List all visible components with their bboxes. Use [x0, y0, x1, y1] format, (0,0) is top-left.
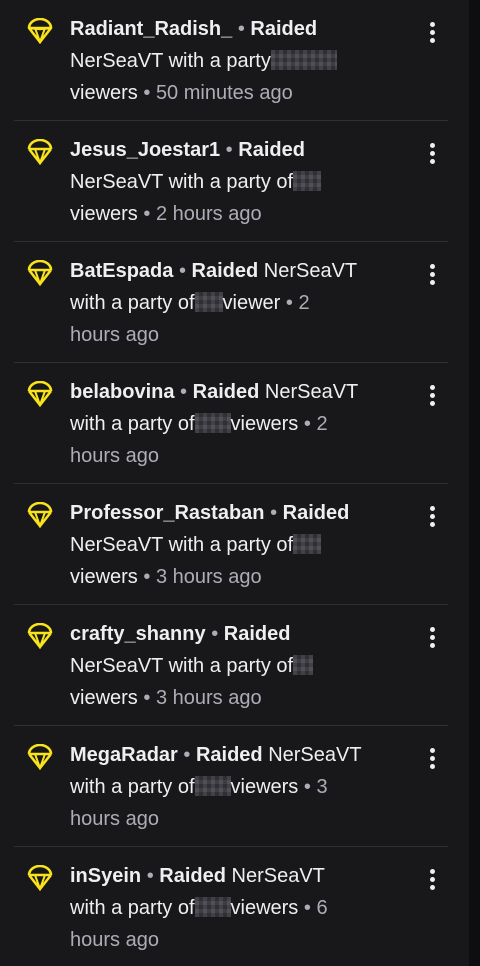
event-time-cont: hours ago — [70, 808, 159, 830]
more-options-icon[interactable] — [422, 865, 442, 895]
event-detail: with a party of — [70, 292, 195, 314]
raid-target: NerSeaVT — [264, 381, 359, 403]
censored-count — [194, 292, 223, 312]
feed-item: belabovina • Raided NerSeaVT with a part… — [14, 363, 448, 484]
more-options-icon[interactable] — [422, 744, 442, 774]
event-detail: with a party of — [70, 776, 195, 798]
raid-icon — [27, 260, 53, 286]
event-action: Raided — [159, 865, 226, 887]
event-time: 3 — [316, 776, 328, 798]
event-time-cont: hours ago — [70, 324, 159, 346]
event-time: 2 — [316, 413, 328, 435]
more-options-icon[interactable] — [422, 502, 442, 532]
raider-username[interactable]: belabovina — [70, 381, 174, 403]
raider-username[interactable]: Professor_Rastaban — [70, 502, 265, 524]
feed-item-text: BatEspada • Raided NerSeaVT with a party… — [70, 260, 358, 346]
event-detail-unit: viewers — [230, 897, 299, 919]
event-action: Raided — [223, 623, 291, 645]
feed-item-text: MegaRadar • Raided NerSeaVT with a party… — [70, 744, 362, 830]
feed-item: crafty_shanny • Raided NerSeaVT with a p… — [14, 605, 448, 726]
raid-target: NerSeaVT — [268, 744, 362, 766]
event-detail: with a party of — [70, 897, 195, 919]
event-time-cont: hours ago — [70, 929, 159, 951]
event-action: Raided — [191, 260, 259, 282]
event-detail-unit: viewer — [222, 292, 281, 314]
activity-feed: Radiant_Radish_ • Raided NerSeaVT with a… — [14, 0, 448, 966]
raid-icon — [27, 744, 53, 770]
more-options-icon[interactable] — [422, 260, 442, 290]
raid-target: NerSeaVT — [231, 865, 325, 887]
event-detail-unit: viewers — [70, 203, 138, 225]
event-detail-unit: viewers — [230, 776, 299, 798]
event-action: Raided — [195, 744, 263, 766]
censored-count — [194, 776, 231, 796]
feed-item: Jesus_Joestar1 • Raided NerSeaVT with a … — [14, 121, 448, 242]
event-detail: with a party of — [70, 413, 195, 435]
event-time: 2 hours ago — [155, 203, 262, 225]
more-options-icon[interactable] — [422, 623, 442, 653]
event-time: 3 hours ago — [155, 687, 262, 709]
feed-item: BatEspada • Raided NerSeaVT with a party… — [14, 242, 448, 363]
raid-target: NerSeaVT — [263, 260, 358, 282]
censored-count — [270, 50, 337, 70]
feed-item-text: crafty_shanny • Raided NerSeaVT with a p… — [70, 618, 410, 714]
raider-username[interactable]: Jesus_Joestar1 — [70, 139, 220, 161]
feed-item-text: Radiant_Radish_ • Raided NerSeaVT with a… — [70, 13, 410, 109]
event-action: Raided — [282, 502, 350, 524]
event-detail-unit: viewers — [70, 566, 138, 588]
event-time: 2 — [298, 292, 310, 314]
feed-item: inSyein • Raided NerSeaVT with a party o… — [14, 847, 448, 966]
raider-username[interactable]: BatEspada — [70, 260, 173, 282]
event-time-cont: hours ago — [70, 445, 159, 467]
censored-count — [293, 171, 322, 191]
event-time: 6 — [316, 897, 328, 919]
feed-item-text: Jesus_Joestar1 • Raided NerSeaVT with a … — [70, 134, 410, 230]
event-detail: NerSeaVT with a party of — [70, 534, 294, 556]
event-action: Raided — [192, 381, 260, 403]
censored-count — [293, 655, 314, 675]
raider-username[interactable]: crafty_shanny — [70, 623, 206, 645]
event-detail-unit: viewers — [230, 413, 299, 435]
raider-username[interactable]: Radiant_Radish_ — [70, 18, 232, 40]
raid-icon — [27, 865, 53, 891]
event-detail-unit: viewers — [70, 687, 138, 709]
event-detail: NerSeaVT with a party of — [70, 655, 294, 677]
event-detail-unit: viewers — [70, 82, 138, 104]
feed-item-text: Professor_Rastaban • Raided NerSeaVT wit… — [70, 502, 350, 588]
raid-icon — [27, 623, 53, 649]
censored-count — [194, 897, 231, 917]
scroll-rail[interactable] — [469, 0, 480, 966]
feed-item: Professor_Rastaban • Raided NerSeaVT wit… — [14, 484, 448, 605]
event-time: 50 minutes ago — [155, 82, 293, 104]
raid-icon — [27, 139, 53, 165]
raid-icon — [27, 502, 53, 528]
censored-count — [293, 534, 322, 554]
raider-username[interactable]: inSyein — [70, 865, 141, 887]
raider-username[interactable]: MegaRadar — [70, 744, 178, 766]
more-options-icon[interactable] — [422, 18, 442, 48]
feed-item-text: inSyein • Raided NerSeaVT with a party o… — [70, 865, 328, 951]
raid-icon — [27, 381, 53, 407]
event-action: Raided — [250, 18, 318, 40]
event-detail: NerSeaVT with a party of — [70, 171, 294, 193]
event-time: 3 hours ago — [155, 566, 262, 588]
feed-item: MegaRadar • Raided NerSeaVT with a party… — [14, 726, 448, 847]
more-options-icon[interactable] — [422, 381, 442, 411]
event-detail: NerSeaVT with a party — [70, 50, 271, 72]
event-action: Raided — [238, 139, 305, 161]
censored-count — [194, 413, 231, 433]
more-options-icon[interactable] — [422, 139, 442, 169]
feed-item: Radiant_Radish_ • Raided NerSeaVT with a… — [14, 0, 448, 121]
feed-item-text: belabovina • Raided NerSeaVT with a part… — [70, 381, 359, 467]
raid-icon — [27, 18, 53, 44]
